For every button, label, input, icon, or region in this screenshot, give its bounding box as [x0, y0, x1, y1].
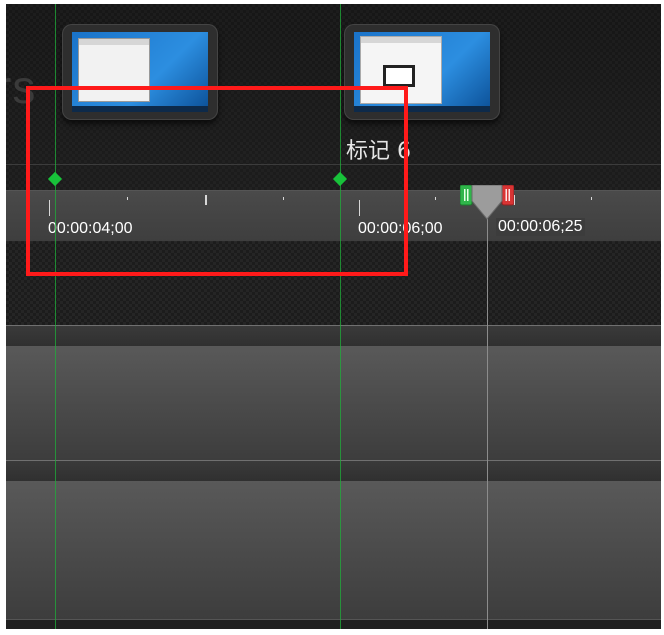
ruler-minor-tick — [435, 197, 436, 200]
frame-border-left — [0, 0, 6, 635]
frame-border-top — [0, 0, 664, 4]
playhead-line — [487, 214, 488, 629]
track-1[interactable] — [6, 346, 661, 460]
timeline-panel: rs 标记 6 — [6, 4, 661, 629]
thumbnail-dialog — [383, 65, 415, 87]
highlight-box — [26, 86, 408, 276]
track-2[interactable] — [6, 481, 661, 619]
track-header — [6, 326, 661, 346]
ruler-minor-tick — [591, 197, 592, 200]
frame-border-bottom — [0, 629, 664, 635]
track-separator — [6, 619, 661, 620]
playhead-handle-icon[interactable] — [460, 185, 514, 221]
screenshot: rs 标记 6 — [0, 0, 664, 635]
track-header — [6, 461, 661, 481]
